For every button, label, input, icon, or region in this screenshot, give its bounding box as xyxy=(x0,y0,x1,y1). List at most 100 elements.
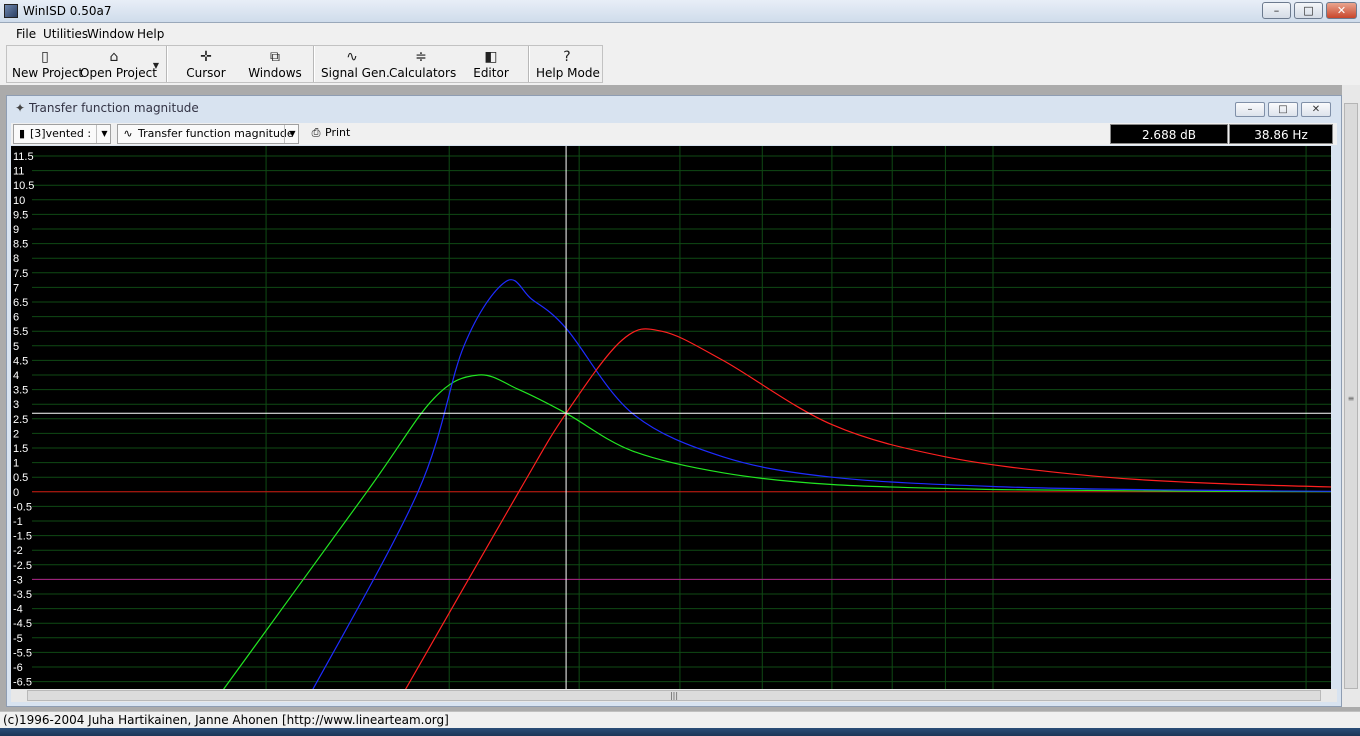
graph-close-button[interactable]: ✕ xyxy=(1301,102,1331,117)
toolbar-separator xyxy=(313,46,315,82)
y-tick-label: 11 xyxy=(13,166,24,178)
sine-wave-icon: ∿ xyxy=(346,49,358,65)
graph-window-title-bar: ✦ Transfer function magnitude xyxy=(15,101,199,115)
maximize-button[interactable]: □ xyxy=(1294,2,1323,19)
status-bar: (c)1996-2004 Juha Hartikainen, Janne Aho… xyxy=(0,711,1360,728)
new-project-label: New Project xyxy=(12,66,84,80)
toolbar-separator xyxy=(166,46,168,82)
transfer-function-chart[interactable]: 11.51110.5109.598.587.576.565.554.543.53… xyxy=(11,146,1331,689)
y-tick-label: -0.5 xyxy=(13,501,32,513)
y-tick-label: -3.5 xyxy=(13,589,32,601)
y-tick-label: 0 xyxy=(13,487,19,499)
y-tick-label: -3 xyxy=(13,574,23,586)
windows-button[interactable]: ⧉ Windows xyxy=(245,43,305,85)
y-tick-label: 9.5 xyxy=(13,209,28,221)
y-tick-label: 4 xyxy=(13,370,19,382)
y-tick-label: -4 xyxy=(13,604,23,616)
y-tick-label: 1 xyxy=(13,458,19,470)
cursor-db-readout: 2.688 dB xyxy=(1110,124,1228,144)
y-tick-label: -5 xyxy=(13,633,23,645)
horizontal-scrollbar[interactable]: ||| xyxy=(11,689,1337,702)
help-mode-button[interactable]: ? Help Mode xyxy=(536,43,600,85)
new-file-icon: ▯ xyxy=(41,49,49,65)
open-project-label: Open Project xyxy=(80,66,157,80)
y-tick-label: 6.5 xyxy=(13,297,28,309)
windows-icon: ⧉ xyxy=(270,49,280,65)
speaker-icon: ◧ xyxy=(484,49,498,65)
plot-area[interactable]: 11.5 11 10.5 10 9.5 9 8.5 8 7.5 7 6.5 6 5.5 5 4.5 4 3.5 3… xyxy=(11,146,1331,689)
window-title: WinISD 0.50a7 xyxy=(23,4,112,18)
y-tick-label: 0.5 xyxy=(13,472,28,484)
horizontal-scroll-thumb[interactable]: ||| xyxy=(27,690,1321,701)
y-tick-label: -2 xyxy=(13,545,23,557)
y-tick-label: 6 xyxy=(13,312,19,324)
editor-label: Editor xyxy=(473,66,509,80)
toolbar: ▯ New Project ⌂ Open Project ▼ ✛ Cursor … xyxy=(0,43,1360,86)
graph-type-arrow-icon[interactable]: ▼ xyxy=(284,125,300,143)
new-project-button[interactable]: ▯ New Project xyxy=(12,43,84,85)
y-tick-label: -1 xyxy=(13,516,23,528)
signal-gen-button[interactable]: ∿ Signal Gen. xyxy=(321,43,390,85)
open-project-button[interactable]: ⌂ Open Project xyxy=(80,43,157,85)
open-folder-icon: ⌂ xyxy=(109,49,119,65)
project-select-arrow-icon[interactable]: ▼ xyxy=(96,125,112,143)
calculators-button[interactable]: ≑ Calculators xyxy=(389,43,457,85)
y-tick-label: -6.5 xyxy=(13,677,32,689)
graph-type-select[interactable]: ∿ Transfer function magnitude ▼ xyxy=(117,124,299,144)
menu-help[interactable]: Help xyxy=(137,27,164,41)
graph-restore-button[interactable]: □ xyxy=(1268,102,1298,117)
green-response-curve xyxy=(222,374,1331,689)
y-tick-label: 5.5 xyxy=(13,326,28,338)
menu-file[interactable]: File xyxy=(16,27,36,41)
title-bar: WinISD 0.50a7 – □ ✕ xyxy=(0,0,1360,23)
question-icon: ? xyxy=(563,49,571,65)
y-tick-label: -1.5 xyxy=(13,531,32,543)
red-response-curve xyxy=(405,328,1331,689)
graph-window-title: Transfer function magnitude xyxy=(29,101,199,115)
y-tick-label: 8.5 xyxy=(13,239,28,251)
graph-window: ✦ Transfer function magnitude – □ ✕ ▮ [3]v… xyxy=(6,95,1342,707)
y-tick-label: 5 xyxy=(13,341,19,353)
print-button[interactable]: ⎙ Print xyxy=(307,124,355,144)
vertical-scroll-thumb[interactable]: ≡ xyxy=(1344,103,1358,689)
project-select[interactable]: ▮ [3]vented : ▼ xyxy=(13,124,111,144)
y-tick-label: 2 xyxy=(13,428,19,440)
menu-utilities[interactable]: Utilities xyxy=(43,27,88,41)
crosshair-icon: ✛ xyxy=(200,49,212,65)
sine-wave-icon: ∿ xyxy=(123,127,133,140)
app-icon xyxy=(4,4,18,18)
editor-button[interactable]: ◧ Editor xyxy=(464,43,518,85)
project-icon: ▮ xyxy=(18,127,26,140)
vertical-scrollbar[interactable]: ≡ xyxy=(1342,85,1360,707)
y-tick-label: -5.5 xyxy=(13,647,32,659)
y-tick-label: 8 xyxy=(13,253,19,265)
y-tick-label: 7.5 xyxy=(13,268,28,280)
calculators-label: Calculators xyxy=(389,66,457,80)
y-tick-label: 2.5 xyxy=(13,414,28,426)
menu-window[interactable]: Window xyxy=(87,27,134,41)
y-tick-label: -4.5 xyxy=(13,618,32,630)
minimize-button[interactable]: – xyxy=(1262,2,1291,19)
cursor-label: Cursor xyxy=(186,66,226,80)
help-mode-label: Help Mode xyxy=(536,66,600,80)
y-tick-label: 10 xyxy=(13,195,25,207)
printer-icon: ⎙ xyxy=(311,126,321,139)
y-tick-label: 4.5 xyxy=(13,355,28,367)
graph-options-bar: ▮ [3]vented : ▼ ∿ Transfer function magnit… xyxy=(11,123,1337,145)
y-tick-label: 3.5 xyxy=(13,385,28,397)
close-button[interactable]: ✕ xyxy=(1326,2,1357,19)
windows-label: Windows xyxy=(248,66,302,80)
toolbar-separator xyxy=(528,46,530,82)
blue-response-curve xyxy=(312,279,1331,689)
graph-minimize-button[interactable]: – xyxy=(1235,102,1265,117)
dropdown-arrow-icon: ▼ xyxy=(152,61,160,70)
y-tick-label: 1.5 xyxy=(13,443,28,455)
open-project-dropdown[interactable]: ▼ xyxy=(149,43,163,85)
print-label: Print xyxy=(325,126,351,139)
cursor-button[interactable]: ✛ Cursor xyxy=(176,43,236,85)
taskbar xyxy=(0,728,1360,736)
y-tick-label: 3 xyxy=(13,399,19,411)
y-tick-label: -2.5 xyxy=(13,560,32,572)
y-tick-label: 9 xyxy=(13,224,19,236)
status-text: (c)1996-2004 Juha Hartikainen, Janne Aho… xyxy=(3,713,449,727)
